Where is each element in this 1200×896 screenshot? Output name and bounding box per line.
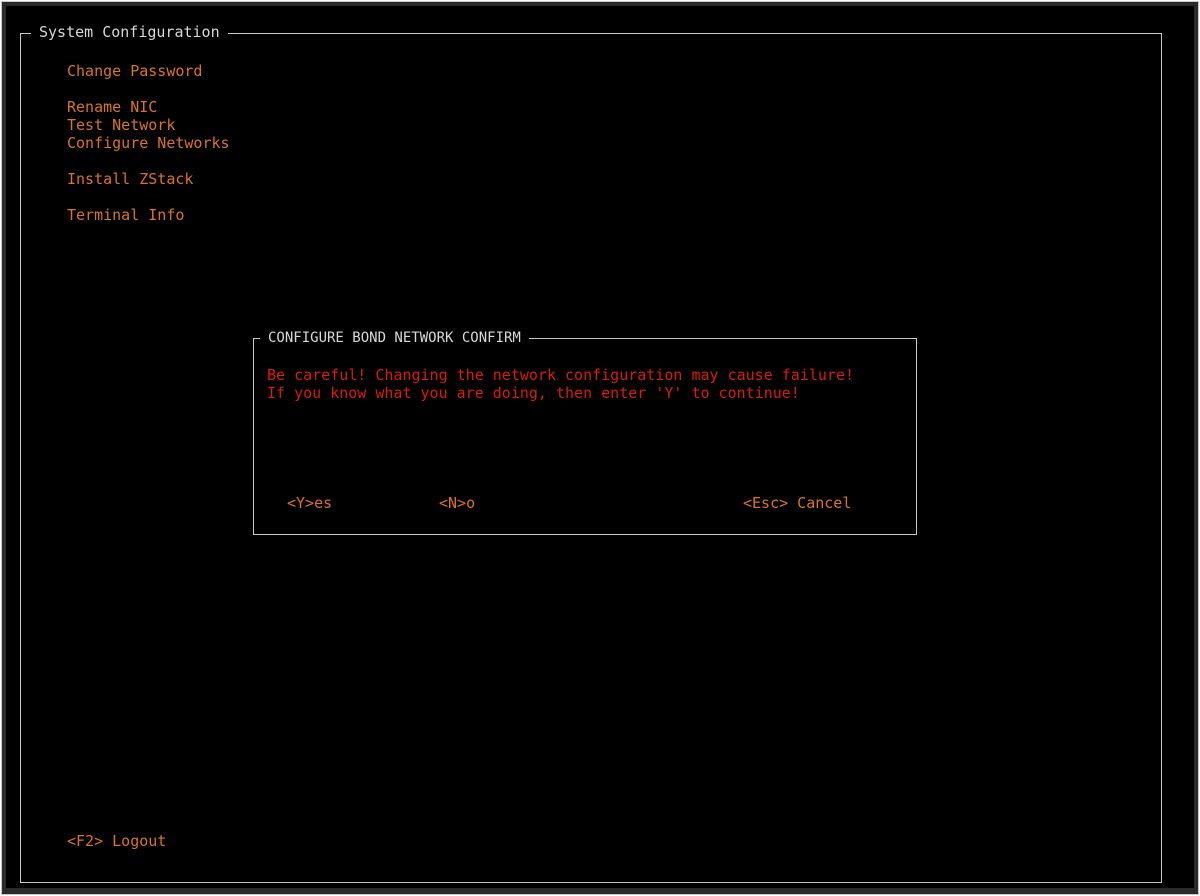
menu-item-terminal-info[interactable]: Terminal Info [67, 206, 184, 224]
menu-item-rename-nic[interactable]: Rename NIC [67, 98, 157, 116]
logout-hotkey[interactable]: <F2> Logout [67, 832, 166, 850]
warning-message-line-2: If you know what you are doing, then ent… [267, 384, 800, 402]
menu-item-install-zstack[interactable]: Install ZStack [67, 170, 193, 188]
window-frame: System Configuration Change Password Ren… [1, 1, 1199, 895]
warning-message-line-1: Be careful! Changing the network configu… [267, 366, 854, 384]
menu-item-configure-networks[interactable]: Configure Networks [67, 134, 230, 152]
confirm-dialog: CONFIGURE BOND NETWORK CONFIRM Be carefu… [253, 329, 917, 535]
dialog-title: CONFIGURE BOND NETWORK CONFIRM [260, 329, 529, 347]
no-button[interactable]: <N>o [439, 494, 475, 512]
menu-item-change-password[interactable]: Change Password [67, 62, 202, 80]
panel-title: System Configuration [31, 23, 228, 41]
cancel-button[interactable]: <Esc> Cancel [743, 494, 851, 512]
yes-button[interactable]: <Y>es [287, 494, 332, 512]
terminal-screen: System Configuration Change Password Ren… [6, 6, 1194, 888]
menu-item-test-network[interactable]: Test Network [67, 116, 175, 134]
